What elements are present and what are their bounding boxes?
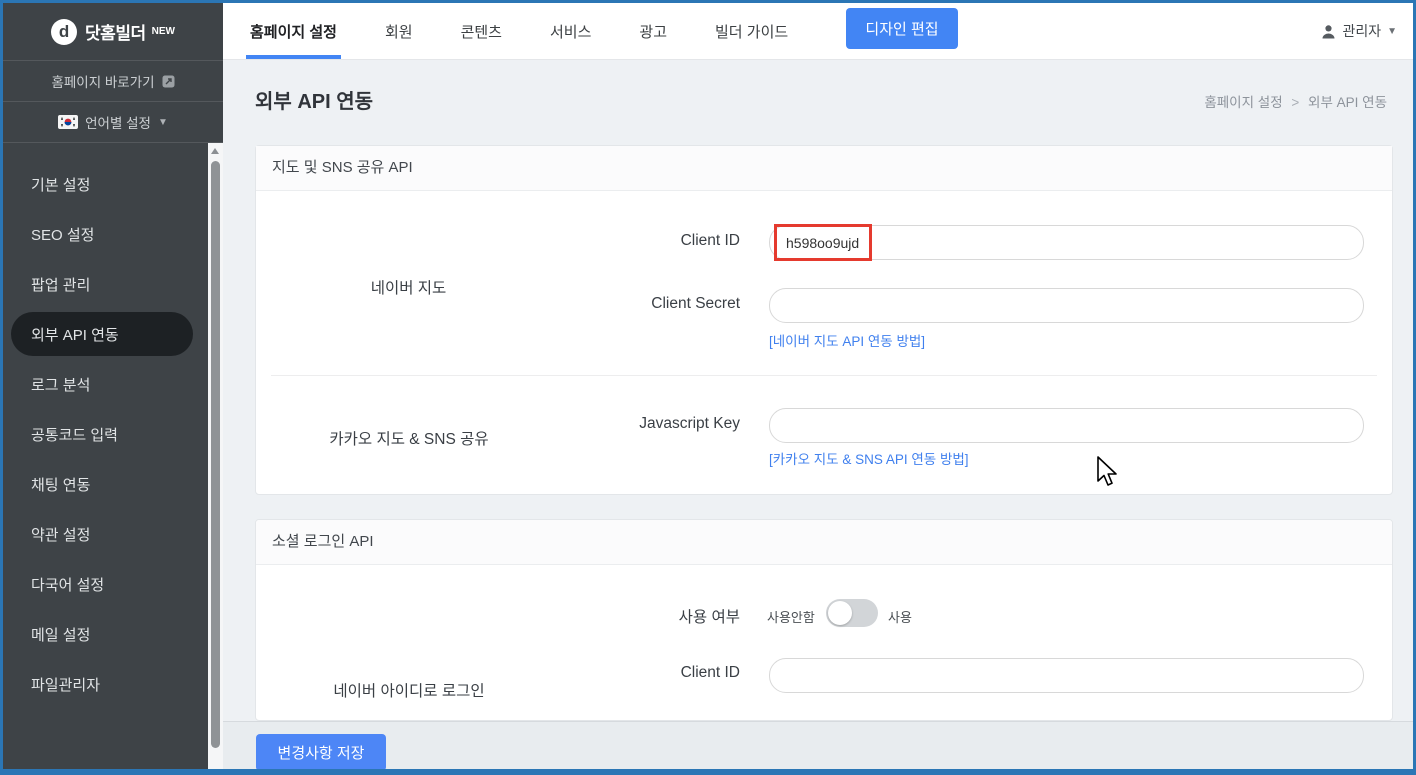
naver-client-id-label: Client ID [540,232,740,250]
kakao-api-guide-link[interactable]: [카카오 지도 & SNS API 연동 방법] [769,448,969,468]
shortcut-label: 홈페이지 바로가기 [51,71,154,91]
social-client-id-label: Client ID [540,664,740,682]
tab-services[interactable]: 서비스 [550,3,591,59]
sidebar-item-common-code[interactable]: 공통코드 입력 [3,409,209,459]
naver-login-section-label: 네이버 아이디로 로그인 [284,679,534,701]
new-badge: NEW [152,26,175,37]
tab-builder-guide[interactable]: 빌더 가이드 [715,3,788,59]
app-logo-text: 닷홈빌더 [85,19,146,44]
social-login-api-card: 소셜 로그인 API 사용 여부 사용안함 사용 네이버 아이디로 로그인 Cl… [255,519,1393,721]
sidebar-item-terms-settings[interactable]: 약관 설정 [3,509,209,559]
sidebar-scrollbar-thumb[interactable] [211,161,220,748]
sidebar-item-seo-settings[interactable]: SEO 설정 [3,209,209,259]
app-window: d 닷홈빌더 NEW 홈페이지 바로가기 언어별 설정 ▼ 기본 설정 SEO … [0,0,1416,775]
user-icon [1321,24,1336,39]
sidebar-item-multilingual[interactable]: 다국어 설정 [3,559,209,609]
dothome-logo-icon: d [51,19,77,45]
design-edit-button[interactable]: 디자인 편집 [846,8,958,49]
chevron-down-icon: ▼ [158,117,168,128]
chevron-down-icon: ▼ [1387,26,1397,37]
sidebar-menu: 기본 설정 SEO 설정 팝업 관리 외부 API 연동 로그 분석 공통코드 … [3,143,209,709]
sidebar: d 닷홈빌더 NEW 홈페이지 바로가기 언어별 설정 ▼ 기본 설정 SEO … [3,3,223,769]
language-settings-dropdown[interactable]: 언어별 설정 ▼ [3,102,223,143]
naver-client-secret-input[interactable] [769,288,1364,323]
sidebar-scrollbar[interactable] [208,143,223,769]
breadcrumb: 홈페이지 설정 > 외부 API 연동 [1204,91,1387,111]
tab-contents[interactable]: 콘텐츠 [461,3,502,59]
breadcrumb-separator: > [1291,95,1299,110]
page-title: 외부 API 연동 [255,85,373,114]
tab-ads[interactable]: 광고 [639,3,667,59]
sidebar-item-external-api[interactable]: 외부 API 연동 [11,312,193,356]
main-content: 외부 API 연동 홈페이지 설정 > 외부 API 연동 지도 및 SNS 공… [223,60,1413,769]
admin-account-menu[interactable]: 관리자 ▼ [1321,3,1397,59]
top-tabs: 홈페이지 설정 회원 콘텐츠 서비스 광고 빌더 가이드 [223,3,1416,59]
toggle-knob [828,601,852,625]
highlight-box [774,224,872,261]
use-toggle-switch[interactable] [826,599,878,627]
kakao-js-key-label: Javascript Key [540,415,740,433]
mouse-cursor-icon [1096,456,1118,488]
social-client-id-input[interactable] [769,658,1364,693]
toggle-off-label: 사용안함 [767,607,815,626]
naver-map-section-label: 네이버 지도 [296,276,521,298]
use-toggle-label: 사용 여부 [540,605,740,627]
naver-client-secret-label: Client Secret [540,295,740,313]
section-divider [271,375,1377,376]
card-title-social-login: 소셜 로그인 API [256,520,1392,565]
language-settings-label: 언어별 설정 [85,112,151,132]
tab-members[interactable]: 회원 [385,3,413,59]
homepage-shortcut-link[interactable]: 홈페이지 바로가기 [3,61,223,102]
top-navigation: 홈페이지 설정 회원 콘텐츠 서비스 광고 빌더 가이드 디자인 편집 관리자 … [223,3,1416,60]
app-logo[interactable]: d 닷홈빌더 NEW [3,3,223,61]
sidebar-item-popup-management[interactable]: 팝업 관리 [3,259,209,309]
kakao-section-label: 카카오 지도 & SNS 공유 [284,427,534,449]
footer-bar: 변경사항 저장 [223,721,1413,769]
external-link-icon [162,75,175,88]
breadcrumb-parent[interactable]: 홈페이지 설정 [1204,95,1282,110]
toggle-on-label: 사용 [888,607,912,626]
scrollbar-up-arrow-icon[interactable] [211,148,219,154]
map-sns-api-card: 지도 및 SNS 공유 API 네이버 지도 Client ID Client … [255,145,1393,495]
sidebar-item-log-analysis[interactable]: 로그 분석 [3,359,209,409]
admin-label: 관리자 [1342,21,1381,41]
save-changes-button[interactable]: 변경사항 저장 [256,734,386,771]
kakao-js-key-input[interactable] [769,408,1364,443]
sidebar-item-mail-settings[interactable]: 메일 설정 [3,609,209,659]
tab-homepage-settings[interactable]: 홈페이지 설정 [250,3,337,59]
sidebar-item-chat-integration[interactable]: 채팅 연동 [3,459,209,509]
card-title-map-sns: 지도 및 SNS 공유 API [256,146,1392,191]
korea-flag-icon [58,115,78,129]
sidebar-item-basic-settings[interactable]: 기본 설정 [3,159,209,209]
breadcrumb-current: 외부 API 연동 [1308,95,1387,110]
sidebar-item-file-manager[interactable]: 파일관리자 [3,659,209,709]
naver-map-api-guide-link[interactable]: [네이버 지도 API 연동 방법] [769,330,925,350]
